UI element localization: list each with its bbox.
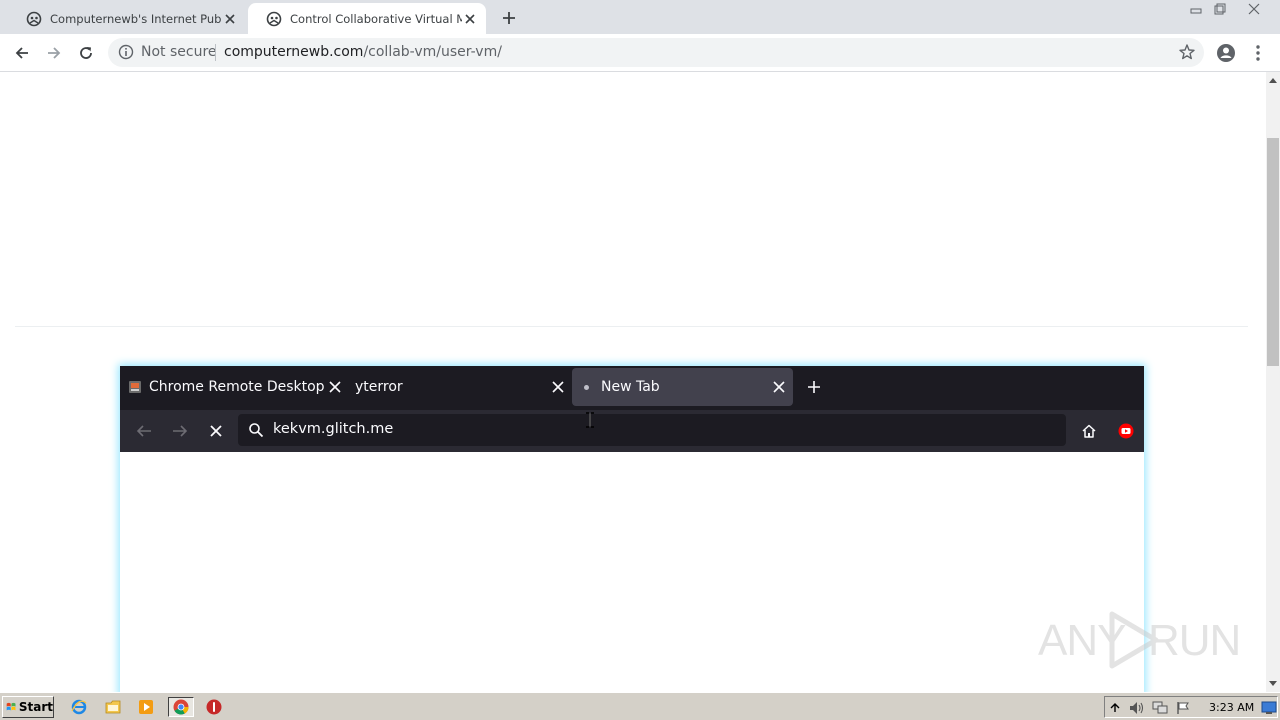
minimize-button[interactable] [1184, 0, 1208, 18]
folder-icon[interactable] [102, 697, 124, 717]
triangle-down-icon [1269, 681, 1277, 686]
new-tab-button[interactable] [498, 7, 520, 29]
stop-sign-icon[interactable] [203, 697, 225, 717]
show-desktop-icon[interactable] [1261, 700, 1277, 716]
vm-tab-bar: Chrome Remote Desktop yterror New Tab [120, 366, 1144, 410]
search-icon [248, 422, 264, 438]
start-button[interactable]: Start [2, 696, 54, 718]
vm-page-content[interactable] [120, 452, 1144, 696]
vm-nav-bar: kekvm.glitch.me [120, 410, 1144, 452]
system-tray: 3:23 AM [1104, 696, 1278, 718]
vm-url-bar[interactable]: kekvm.glitch.me [238, 414, 1066, 446]
vm-screen[interactable]: Chrome Remote Desktop yterror New Tab ke… [120, 366, 1144, 696]
divider [215, 44, 216, 61]
tab-computernewb-pub-hub[interactable]: Computernewb's Internet Pub Hub [8, 3, 246, 34]
info-icon[interactable] [118, 44, 134, 60]
vm-tab-title: Chrome Remote Desktop [149, 379, 325, 395]
url-text[interactable]: computernewb.com/collab-vm/user-vm/ [224, 44, 502, 60]
back-button[interactable] [10, 41, 34, 65]
vm-stop-button[interactable] [206, 421, 226, 441]
loading-dot-icon [584, 384, 589, 390]
url-path: /collab-vm/user-vm/ [363, 44, 502, 60]
youtube-icon [1118, 423, 1134, 439]
volume-icon[interactable] [1129, 700, 1145, 716]
windows-flag-icon [6, 702, 16, 711]
close-icon[interactable] [772, 380, 786, 394]
windows-taskbar: Start 3:23 AM [0, 692, 1280, 720]
triangle-up-icon [1269, 78, 1277, 83]
scroll-up-button[interactable] [1266, 72, 1280, 88]
vm-tab-yterror[interactable]: yterror [355, 368, 565, 406]
show-hidden-icons-icon[interactable] [1107, 700, 1123, 716]
action-center-flag-icon[interactable] [1175, 700, 1191, 716]
browser-toolbar: Not secure computernewb.com/collab-vm/us… [0, 34, 1280, 72]
arrow-left-icon [15, 47, 28, 59]
scroll-down-button[interactable] [1266, 676, 1280, 692]
text-cursor-icon [585, 412, 595, 428]
vm-forward-button[interactable] [170, 421, 190, 441]
vm-tab-new-tab[interactable]: New Tab [572, 368, 793, 406]
minimize-icon [1190, 8, 1202, 14]
home-icon [1082, 424, 1096, 438]
vm-tab-chrome-remote-desktop[interactable]: Chrome Remote Desktop [128, 368, 341, 406]
vm-tab-title: yterror [355, 379, 403, 395]
menu-button[interactable] [1246, 41, 1270, 65]
close-icon [1248, 3, 1260, 15]
tab-title: Control Collaborative Virtual Machine [290, 11, 462, 26]
vm-home-button[interactable] [1079, 421, 1099, 441]
reload-icon [80, 47, 92, 59]
close-icon[interactable] [462, 11, 478, 27]
scrollbar-thumb[interactable] [1267, 138, 1279, 366]
start-label: Start [18, 700, 53, 714]
anyrun-watermark: ANY RUN [1036, 606, 1241, 676]
arrow-left-icon [136, 425, 151, 437]
browser-tab-strip: Computernewb's Internet Pub Hub Control … [0, 0, 1280, 34]
arrow-right-icon [48, 47, 61, 59]
window-close-button[interactable] [1242, 0, 1266, 18]
chrome-icon [173, 699, 189, 715]
close-icon[interactable] [329, 380, 341, 394]
plus-icon [503, 12, 515, 24]
reload-button[interactable] [74, 41, 98, 65]
computernewb-logo-icon [26, 11, 42, 27]
divider [15, 326, 1248, 327]
tab-title: Computernewb's Internet Pub Hub [50, 11, 222, 26]
tab-control-collaborative-vm[interactable]: Control Collaborative Virtual Machine [248, 3, 486, 34]
watermark-text-right: RUN [1148, 616, 1241, 665]
vm-youtube-extension-button[interactable] [1116, 421, 1136, 441]
vm-tab-title: New Tab [601, 379, 660, 395]
arrow-right-icon [173, 425, 188, 437]
computernewb-logo-icon [266, 11, 282, 27]
network-icon[interactable] [1152, 700, 1168, 716]
forward-button[interactable] [42, 41, 66, 65]
plus-icon [808, 381, 820, 393]
close-icon[interactable] [551, 380, 565, 394]
media-player-icon[interactable] [135, 697, 157, 717]
restore-button[interactable] [1208, 0, 1232, 18]
url-host: computernewb.com [224, 44, 364, 60]
internet-explorer-icon[interactable] [68, 697, 90, 717]
vm-back-button[interactable] [134, 421, 154, 441]
address-bar[interactable]: Not secure computernewb.com/collab-vm/us… [108, 38, 1204, 67]
kebab-menu-icon [1256, 45, 1260, 61]
security-label[interactable]: Not secure [141, 44, 217, 60]
stop-icon [210, 425, 222, 437]
profile-button[interactable] [1214, 41, 1238, 65]
remote-desktop-icon [128, 379, 142, 395]
vm-new-tab-button[interactable] [806, 368, 822, 406]
close-icon[interactable] [222, 11, 238, 27]
restore-icon [1214, 3, 1226, 15]
account-icon [1217, 44, 1235, 62]
clock[interactable]: 3:23 AM [1209, 701, 1254, 714]
star-icon[interactable] [1178, 43, 1196, 61]
vm-url-text[interactable]: kekvm.glitch.me [273, 421, 393, 437]
chrome-taskbar-button[interactable] [168, 697, 194, 717]
